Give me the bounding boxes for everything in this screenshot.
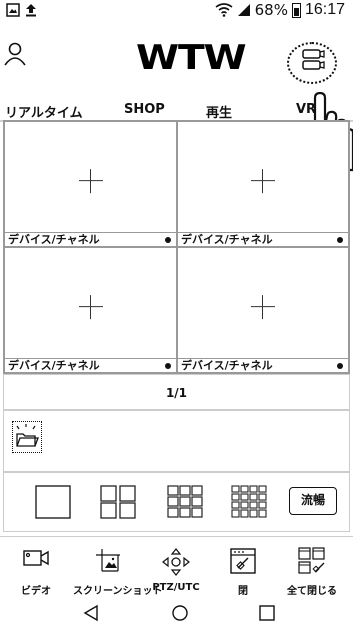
cell-footer: デバイス/チャネル xyxy=(178,232,348,246)
video-camera-icon xyxy=(23,550,49,566)
status-bar: 68% 16:17 xyxy=(0,0,353,22)
folder-button[interactable] xyxy=(12,421,42,453)
video-cell-4[interactable]: デバイス/チャネル xyxy=(177,247,349,373)
channel-label: デバイス/チャネル xyxy=(181,233,273,246)
add-channel-icon[interactable] xyxy=(251,169,275,194)
stream-quality-button[interactable]: 流暢 xyxy=(289,487,337,515)
layout-9-icon[interactable] xyxy=(166,485,204,519)
status-dot xyxy=(165,363,171,369)
video-label: ビデオ xyxy=(21,586,51,597)
status-dot xyxy=(337,363,343,369)
home-icon[interactable] xyxy=(171,604,189,622)
page-indicator: 1/1 xyxy=(3,374,350,410)
video-cell-3[interactable]: デバイス/チャネル xyxy=(4,247,177,373)
close-all-icon xyxy=(298,547,325,574)
signal-icon xyxy=(237,4,250,16)
layout-4-icon[interactable] xyxy=(99,485,137,519)
close-label: 閉 xyxy=(238,586,248,597)
bottom-toolbar: ビデオ スクリーンショット PTZ/UTC 閉 全て閉じる xyxy=(0,536,353,602)
add-channel-icon[interactable] xyxy=(78,169,103,194)
layout-16-icon[interactable] xyxy=(230,485,268,519)
video-record-button[interactable]: ビデオ xyxy=(1,537,71,601)
folder-area xyxy=(3,410,350,472)
layout-1-icon[interactable] xyxy=(34,485,72,519)
screenshot-icon xyxy=(96,549,120,572)
cell-footer: デバイス/チャネル xyxy=(5,358,176,372)
cell-footer: デバイス/チャネル xyxy=(5,232,176,246)
cell-footer: デバイス/チャネル xyxy=(178,358,348,372)
user-icon[interactable] xyxy=(4,42,26,66)
close-button[interactable]: 閉 xyxy=(208,537,278,601)
upload-notification-icon xyxy=(26,4,36,17)
ptz-control-icon xyxy=(162,548,190,576)
channel-label: デバイス/チャネル xyxy=(181,359,273,372)
app-logo: WTW xyxy=(136,38,247,78)
add-channel-icon[interactable] xyxy=(78,295,103,320)
close-all-button[interactable]: 全て閉じる xyxy=(277,537,347,601)
recents-icon[interactable] xyxy=(258,604,276,622)
camera-list-button[interactable] xyxy=(277,40,341,100)
screenshot-button[interactable]: スクリーンショット xyxy=(73,537,163,601)
channel-label: デバイス/チャネル xyxy=(8,233,100,246)
status-dot xyxy=(337,237,343,243)
screenshot-label: スクリーンショット xyxy=(73,586,163,597)
battery-percent: 68% xyxy=(254,1,288,19)
channel-label: デバイス/チャネル xyxy=(8,359,100,372)
clock: 16:17 xyxy=(304,1,345,18)
ptz-label: PTZ/UTC xyxy=(152,582,200,593)
back-icon[interactable] xyxy=(82,604,100,622)
battery-icon xyxy=(291,2,301,18)
camera-list-icon xyxy=(302,49,325,70)
video-cell-2[interactable]: デバイス/チャネル xyxy=(177,121,349,247)
ptz-button[interactable]: PTZ/UTC xyxy=(141,537,211,601)
close-all-label: 全て閉じる xyxy=(287,586,337,597)
layout-selector: 流暢 xyxy=(3,472,350,532)
folder-icon xyxy=(16,424,39,447)
system-nav-bar xyxy=(0,600,353,628)
app-header: WTW リアルタイム SHOP 再生 VR xyxy=(0,22,353,172)
video-cell-1[interactable]: デバイス/チャネル xyxy=(4,121,177,247)
wifi-icon xyxy=(215,3,233,17)
status-dot xyxy=(165,237,171,243)
add-channel-icon[interactable] xyxy=(251,295,275,320)
gallery-notification-icon xyxy=(6,3,20,17)
close-window-icon xyxy=(230,548,256,574)
video-grid: デバイス/チャネル デバイス/チャネル デバイス/チャネル デバイス/チャネル xyxy=(3,120,350,374)
